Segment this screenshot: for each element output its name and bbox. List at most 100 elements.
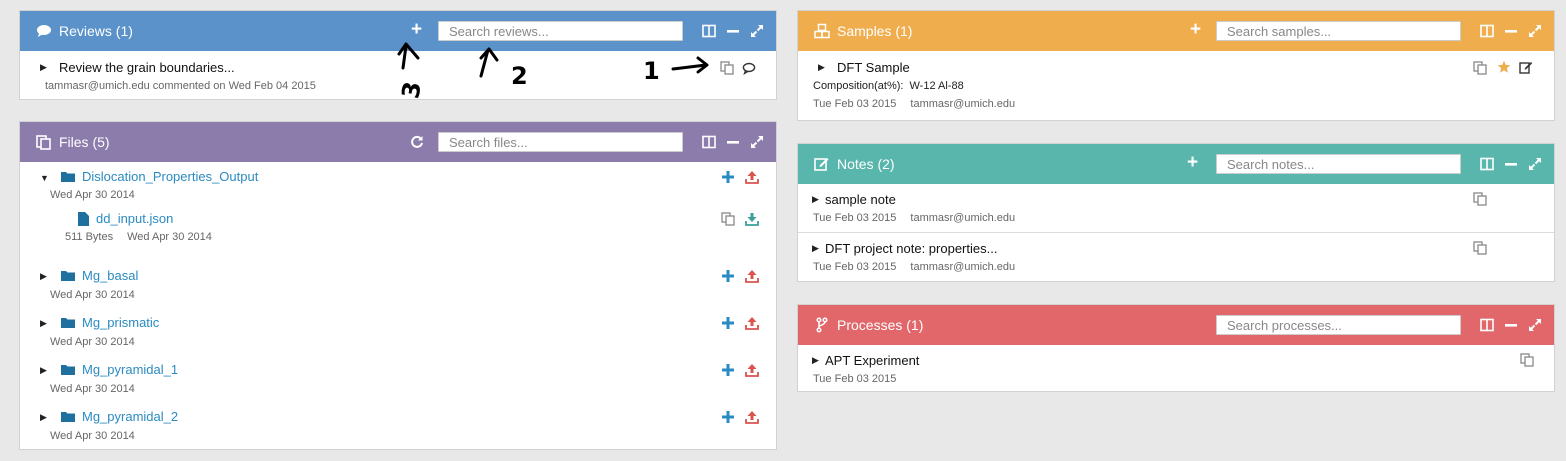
folder-icon: [61, 271, 75, 281]
files-icon: [36, 135, 51, 150]
columns-icon[interactable]: [1480, 157, 1494, 171]
add-note-button[interactable]: +: [1187, 153, 1198, 173]
copy-icon[interactable]: [1520, 353, 1534, 367]
samples-header: Samples (1) +: [798, 11, 1554, 51]
note-owner: tammasr@umich.edu: [910, 261, 1016, 273]
note-owner: tammasr@umich.edu: [910, 212, 1016, 224]
expand-icon[interactable]: [750, 135, 764, 149]
columns-icon[interactable]: [1480, 318, 1494, 332]
star-icon[interactable]: [1497, 60, 1511, 74]
add-file-icon[interactable]: [721, 410, 735, 424]
processes-search-input[interactable]: [1216, 315, 1461, 335]
comments-icon[interactable]: [742, 61, 756, 75]
files-panel: Files (5) ▼ Dislocation_Properties_Outpu…: [19, 121, 777, 450]
samples-panel: Samples (1) + ▶ DFT Sample Composition(a…: [797, 10, 1555, 121]
sample-title[interactable]: DFT Sample: [837, 60, 910, 75]
download-icon[interactable]: [745, 212, 759, 226]
expand-arrow-icon[interactable]: ▶: [812, 194, 819, 205]
columns-icon[interactable]: [702, 135, 716, 149]
expand-arrow-icon[interactable]: ▶: [40, 412, 47, 423]
files-search-input[interactable]: [438, 132, 683, 152]
note-title[interactable]: sample note: [825, 192, 896, 207]
upload-icon[interactable]: [745, 410, 759, 424]
minimize-icon[interactable]: [726, 135, 740, 149]
folder-link[interactable]: Mg_pyramidal_2: [82, 409, 178, 424]
file-link[interactable]: dd_input.json: [96, 211, 173, 226]
upload-icon[interactable]: [745, 269, 759, 283]
minimize-icon[interactable]: [1504, 24, 1518, 38]
sample-meta: Tue Feb 03 2015 tammasr@umich.edu: [813, 98, 1015, 110]
reviews-header: Reviews (1) +: [20, 11, 776, 51]
copy-icon[interactable]: [1473, 61, 1487, 75]
folder-link[interactable]: Dislocation_Properties_Output: [82, 169, 258, 184]
note-date: Tue Feb 03 2015: [813, 261, 897, 273]
minimize-icon[interactable]: [1504, 157, 1518, 171]
copy-icon[interactable]: [1473, 192, 1487, 206]
files-header-controls: [702, 135, 764, 149]
refresh-icon[interactable]: [410, 135, 424, 149]
processes-header: Processes (1): [798, 305, 1554, 345]
expand-arrow-icon[interactable]: ▶: [40, 62, 47, 73]
folder-date: Wed Apr 30 2014: [50, 383, 135, 395]
columns-icon[interactable]: [1480, 24, 1494, 38]
code-fork-icon: [816, 317, 828, 333]
folder-icon: [61, 412, 75, 422]
upload-icon[interactable]: [745, 170, 759, 184]
expand-icon[interactable]: [750, 24, 764, 38]
expand-arrow-icon[interactable]: ▶: [40, 365, 47, 376]
copy-icon[interactable]: [1473, 241, 1487, 255]
folder-date: Wed Apr 30 2014: [50, 430, 135, 442]
expand-icon[interactable]: [1528, 157, 1542, 171]
review-title[interactable]: Review the grain boundaries...: [59, 60, 235, 75]
cubes-icon: [814, 23, 830, 39]
folder-link[interactable]: Mg_pyramidal_1: [82, 362, 178, 377]
columns-icon[interactable]: [702, 24, 716, 38]
minimize-icon[interactable]: [726, 24, 740, 38]
upload-icon[interactable]: [745, 316, 759, 330]
expand-arrow-icon[interactable]: ▶: [40, 271, 47, 282]
add-file-icon[interactable]: [721, 316, 735, 330]
folder-link[interactable]: Mg_prismatic: [82, 315, 159, 330]
notes-header-controls: [1480, 157, 1542, 171]
folder-date: Wed Apr 30 2014: [50, 289, 135, 301]
notes-search-input[interactable]: [1216, 154, 1461, 174]
reviews-search-input[interactable]: [438, 21, 683, 41]
folder-link[interactable]: Mg_basal: [82, 268, 138, 283]
sample-date: Tue Feb 03 2015: [813, 98, 897, 110]
expand-arrow-icon[interactable]: ▶: [40, 318, 47, 329]
expand-icon[interactable]: [1528, 24, 1542, 38]
copy-icon[interactable]: [720, 61, 734, 75]
add-file-icon[interactable]: [721, 269, 735, 283]
folder-date: Wed Apr 30 2014: [50, 336, 135, 348]
files-title: Files (5): [59, 134, 110, 150]
samples-title: Samples (1): [837, 23, 913, 39]
file-date: Wed Apr 30 2014: [127, 231, 212, 243]
add-sample-button[interactable]: +: [1190, 20, 1201, 40]
note-title[interactable]: DFT project note: properties...: [825, 241, 997, 256]
collapse-arrow-icon[interactable]: ▼: [40, 173, 49, 183]
upload-icon[interactable]: [745, 363, 759, 377]
samples-search-input[interactable]: [1216, 21, 1461, 41]
composition-value: W-12 Al-88: [909, 80, 964, 92]
sample-composition: Composition(at%): W-12 Al-88: [813, 80, 964, 92]
add-file-icon[interactable]: [721, 363, 735, 377]
add-review-button[interactable]: +: [411, 20, 422, 40]
expand-icon[interactable]: [1528, 318, 1542, 332]
processes-panel: Processes (1) ▶ APT Experiment Tue Feb 0…: [797, 304, 1555, 392]
processes-header-controls: [1480, 318, 1542, 332]
add-file-icon[interactable]: [721, 170, 735, 184]
copy-icon[interactable]: [721, 212, 735, 226]
file-size: 511 Bytes: [65, 231, 114, 243]
reviews-title: Reviews (1): [59, 23, 133, 39]
edit-icon[interactable]: [1519, 60, 1533, 74]
expand-arrow-icon[interactable]: ▶: [812, 355, 819, 366]
note-date: Tue Feb 03 2015: [813, 212, 897, 224]
composition-label: Composition(at%):: [813, 80, 904, 92]
minimize-icon[interactable]: [1504, 318, 1518, 332]
expand-arrow-icon[interactable]: ▶: [818, 62, 825, 73]
process-title[interactable]: APT Experiment: [825, 353, 919, 368]
folder-icon: [61, 318, 75, 328]
expand-arrow-icon[interactable]: ▶: [812, 243, 819, 254]
file-meta: 511 Bytes Wed Apr 30 2014: [65, 231, 212, 243]
notes-header: Notes (2) +: [798, 144, 1554, 184]
